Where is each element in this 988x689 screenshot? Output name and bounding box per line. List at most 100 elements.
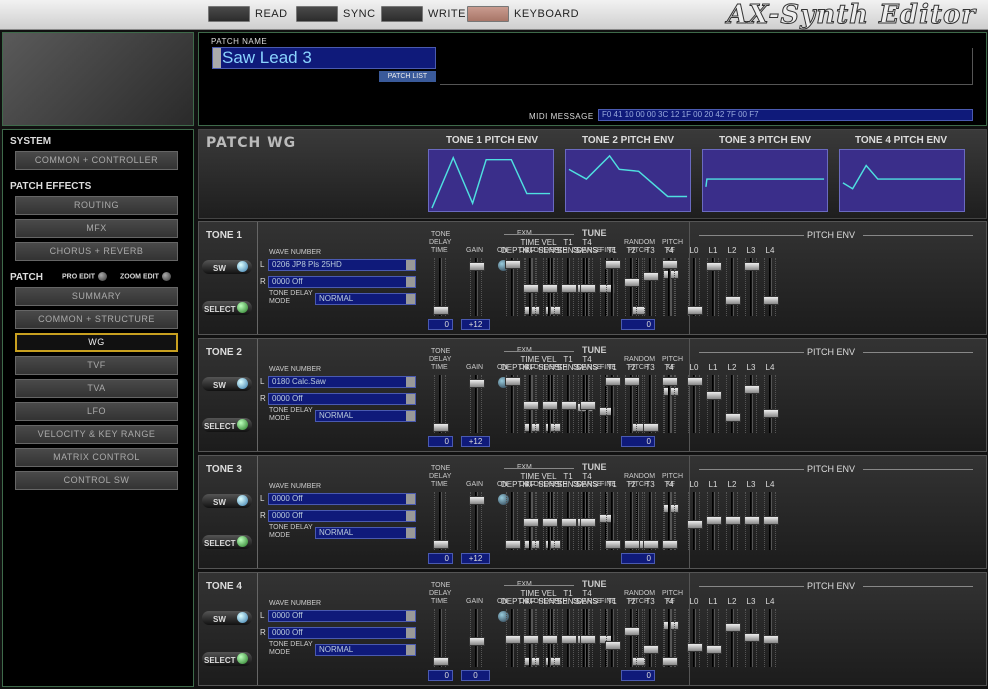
pro-edit-toggle[interactable]: PRO EDIT	[62, 272, 108, 281]
tone3-pitch-env-pe_t4s1-slider[interactable]	[580, 492, 596, 550]
tone3-pitch-env-pe_time1-slider[interactable]	[523, 492, 539, 550]
tone3-pitch-env-t1-slider[interactable]	[605, 492, 621, 550]
tone3-pitch-env-l4-slider[interactable]	[763, 492, 779, 550]
tone3-pitch-env-l4-slider-handle[interactable]	[763, 516, 779, 525]
tone2-fxm-color-slider-handle[interactable]	[524, 423, 540, 432]
tone4-pitch-env-l0-slider-handle[interactable]	[687, 643, 703, 652]
sidebar-item-lfo[interactable]: LFO	[15, 402, 178, 421]
tone2-gain-slider[interactable]	[469, 375, 485, 433]
tone4-pitch-env-pe_time1-slider[interactable]	[523, 609, 539, 667]
tone3-pitch-env-t4-slider[interactable]	[662, 492, 678, 550]
tone1-pitch-env-l3-slider[interactable]	[744, 258, 760, 316]
tone3-delay-time-value[interactable]: 0	[428, 553, 453, 564]
tone3-pitch-env-graph[interactable]	[702, 149, 828, 212]
tone2-pitch-env-t4-slider-handle[interactable]	[662, 377, 678, 386]
tone1-pitch-env-l0-slider[interactable]	[687, 258, 703, 316]
tone1-random-pitch-value[interactable]: 0	[621, 319, 655, 330]
tone3-pitch-env-l1-slider[interactable]	[706, 492, 722, 550]
sidebar-item-control-sw[interactable]: CONTROL SW	[15, 471, 178, 490]
tone3-delay-mode-select[interactable]: NORMAL	[315, 527, 416, 539]
tone1-wave-l-select[interactable]: 0206 JP8 Pls 25HD	[268, 259, 416, 271]
tone3-pitch-env-t3-slider-handle[interactable]	[643, 540, 659, 549]
tone3-gain-value[interactable]: +12	[461, 553, 490, 564]
sidebar-item-matrix-control[interactable]: MATRIX CONTROL	[15, 448, 178, 467]
tone3-gain-slider[interactable]	[469, 492, 485, 550]
tone3-pitch-env-l2-slider-handle[interactable]	[725, 516, 741, 525]
tone2-pitch-env-l0-slider[interactable]	[687, 375, 703, 433]
tone3-pitch-env-l3-slider[interactable]	[744, 492, 760, 550]
sidebar-item-routing[interactable]: ROUTING	[15, 196, 178, 215]
tone1-pitch-env-pe_depth-slider-handle[interactable]	[505, 260, 521, 269]
patch-name-field[interactable]: Saw Lead 3	[212, 47, 436, 69]
read-button[interactable]: READ	[208, 5, 288, 23]
tone1-pitch-kf-slider-handle[interactable]	[663, 270, 679, 279]
tone1-fxm-color-slider-handle[interactable]	[524, 306, 540, 315]
tone1-pitch-env-l3-slider-handle[interactable]	[744, 262, 760, 271]
tone2-pitch-env-pe_depth-slider[interactable]	[505, 375, 521, 433]
chevron-down-icon[interactable]	[406, 628, 415, 638]
tone2-select-knob-icon[interactable]	[237, 419, 248, 430]
tone4-pitch-env-t3-slider-handle[interactable]	[643, 645, 659, 654]
tone4-pitch-env-pe_depth-slider-handle[interactable]	[505, 635, 521, 644]
tone1-select-knob-icon[interactable]	[237, 302, 248, 313]
chevron-down-icon[interactable]	[406, 528, 415, 538]
tone1-pitch-env-pe_vel1-slider[interactable]	[542, 258, 558, 316]
tone1-delay-time-value[interactable]: 0	[428, 319, 453, 330]
tone1-pitch-env-t2-slider[interactable]	[624, 258, 640, 316]
tone2-pitch-env-pe_t1s1-slider-handle[interactable]	[561, 401, 577, 410]
tone4-fxm-color-slider-handle[interactable]	[524, 657, 540, 666]
tone3-select-knob-icon[interactable]	[237, 536, 248, 547]
tone3-pitch-env-l2-slider[interactable]	[725, 492, 741, 550]
tone4-pitch-env-t2-slider[interactable]	[624, 609, 640, 667]
tone2-pitch-env-t3-slider[interactable]	[643, 375, 659, 433]
zoom-edit-radio-icon[interactable]	[161, 272, 171, 281]
tone2-pitch-env-l1-slider[interactable]	[706, 375, 722, 433]
chevron-down-icon[interactable]	[406, 645, 415, 655]
tone3-delay-time-slider-handle[interactable]	[433, 540, 449, 549]
tone3-pitch-env-pe_t4s1-slider-handle[interactable]	[580, 518, 596, 527]
sidebar-item-mfx[interactable]: MFX	[15, 219, 178, 238]
sidebar-item-summary[interactable]: SUMMARY	[15, 287, 178, 306]
sidebar-item-velocity-key-range[interactable]: VELOCITY & KEY RANGE	[15, 425, 178, 444]
tone1-pitch-env-l1-slider-handle[interactable]	[706, 262, 722, 271]
keyboard-button[interactable]: KEYBOARD	[467, 5, 579, 23]
tone4-pitch-env-pe_depth-slider[interactable]	[505, 609, 521, 667]
pro-edit-radio-icon[interactable]	[98, 272, 108, 281]
tone3-pitch-env-pe_time1-slider-handle[interactable]	[523, 518, 539, 527]
tone4-pitch-env-l1-slider[interactable]	[706, 609, 722, 667]
write-button[interactable]: WRITE	[381, 5, 466, 23]
sidebar-item-chorus-reverb[interactable]: CHORUS + REVERB	[15, 242, 178, 261]
tone2-pitch-env-l4-slider-handle[interactable]	[763, 409, 779, 418]
sidebar-item-common-controller[interactable]: COMMON + CONTROLLER	[15, 151, 178, 170]
tone4-pitch-env-pe_vel1-slider-handle[interactable]	[542, 635, 558, 644]
tone2-pitch-env-pe_t4s1-slider-handle[interactable]	[580, 401, 596, 410]
tone4-random-pitch-value[interactable]: 0	[621, 670, 655, 681]
tone4-pitch-env-t4-slider[interactable]	[662, 609, 678, 667]
tone3-random-pitch-value[interactable]: 0	[621, 553, 655, 564]
tone4-select-knob-icon[interactable]	[237, 653, 248, 664]
tone2-pitch-env-t2-slider-handle[interactable]	[624, 377, 640, 386]
tone1-pitch-env-pe_vel1-slider-handle[interactable]	[542, 284, 558, 293]
tone2-pitch-env-t2-slider[interactable]	[624, 375, 640, 433]
tone2-pitch-env-l0-slider-handle[interactable]	[687, 377, 703, 386]
tone1-pitch-env-pe_t1s1-slider-handle[interactable]	[561, 284, 577, 293]
tone4-gain-slider-handle[interactable]	[469, 637, 485, 646]
tone2-pitch-env-t3-slider-handle[interactable]	[643, 423, 659, 432]
tone1-delay-time-slider-handle[interactable]	[433, 306, 449, 315]
tone4-delay-time-slider-handle[interactable]	[433, 657, 449, 666]
tone2-delay-time-value[interactable]: 0	[428, 436, 453, 447]
tone2-delay-time-slider[interactable]	[433, 375, 449, 433]
tone1-pitch-env-t3-slider-handle[interactable]	[643, 272, 659, 281]
tone4-pitch-env-l0-slider[interactable]	[687, 609, 703, 667]
tone2-pitch-env-l4-slider[interactable]	[763, 375, 779, 433]
tone1-pitch-env-l4-slider[interactable]	[763, 258, 779, 316]
chevron-down-icon[interactable]	[406, 511, 415, 521]
tone2-pitch-env-l2-slider[interactable]	[725, 375, 741, 433]
chevron-down-icon[interactable]	[406, 411, 415, 421]
tone2-pitch-env-pe_vel1-slider[interactable]	[542, 375, 558, 433]
tone3-pitch-env-t3-slider[interactable]	[643, 492, 659, 550]
tone1-pitch-env-l0-slider-handle[interactable]	[687, 306, 703, 315]
tone1-pitch-env-pe_t4s1-slider[interactable]	[580, 258, 596, 316]
tone2-pitch-env-l3-slider[interactable]	[744, 375, 760, 433]
tone4-wave-l-select[interactable]: 0000 Off	[268, 610, 416, 622]
